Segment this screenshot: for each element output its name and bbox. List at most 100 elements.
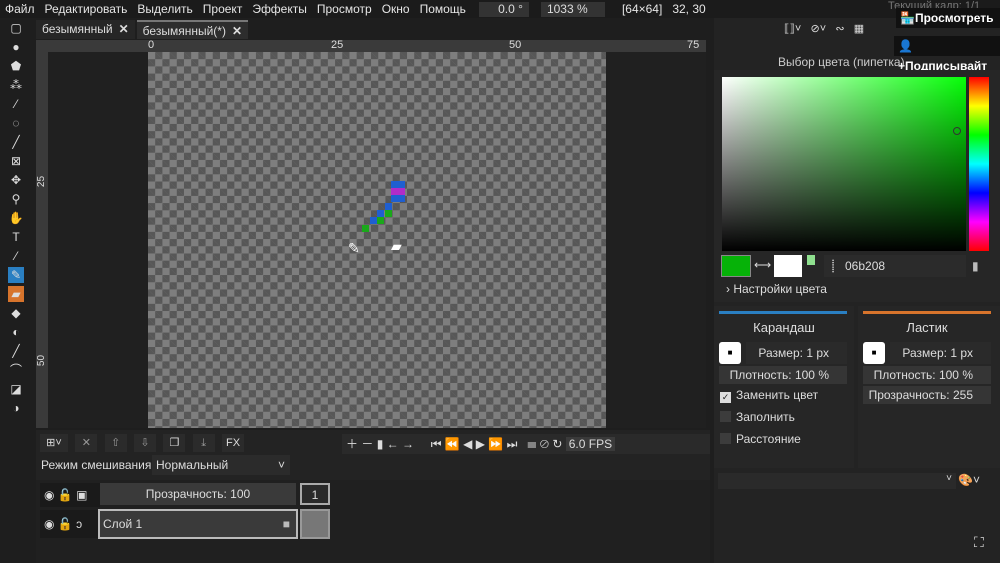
fps-spinbox[interactable]: 6.0 FPS	[565, 437, 616, 451]
menu-view[interactable]: Просмотр	[312, 2, 377, 16]
move-icon[interactable]: ✥	[8, 172, 24, 188]
close-icon[interactable]: ✕	[119, 22, 129, 36]
first-frame-icon[interactable]: ⏮	[431, 437, 442, 451]
color-select-icon[interactable]: ⁂	[8, 77, 24, 93]
lock-icon[interactable]: 🔓	[58, 517, 73, 531]
eraser-icon[interactable]: ▰	[8, 286, 24, 302]
palette-icon[interactable]: 🎨˅	[958, 473, 980, 487]
hex-input[interactable]: 06b208	[842, 255, 966, 277]
add-layer-button[interactable]: ⊞˅	[40, 434, 68, 452]
rect-select-icon[interactable]: ▢	[8, 20, 24, 36]
timeline-menu-icon[interactable]: ☰	[527, 437, 536, 451]
checker-icon[interactable]: ▦	[854, 23, 864, 35]
menu-help[interactable]: Помощь	[415, 2, 471, 16]
menu-select[interactable]: Выделить	[132, 2, 197, 16]
secondary-color-swatch[interactable]	[774, 255, 802, 277]
menu-project[interactable]: Проект	[198, 2, 248, 16]
pixel-perfect-icon[interactable]: ∾	[835, 23, 844, 35]
visibility-icon[interactable]: ◉	[44, 517, 54, 531]
brush-shape-button[interactable]: ■	[863, 342, 885, 364]
play-backward-icon[interactable]: ◀	[463, 437, 472, 451]
zoom-spinbox[interactable]: 1033 %	[540, 1, 605, 17]
curve-icon[interactable]: ⌒	[8, 362, 24, 378]
next-frame-icon[interactable]: ⏩	[488, 437, 503, 451]
view-button[interactable]: 🏪Просмотреть	[896, 8, 1000, 28]
eraser-density-spinbox[interactable]: Плотность: 100 %	[863, 366, 991, 384]
move-layer-up-button[interactable]: ⇧	[104, 434, 127, 452]
zoom-icon[interactable]: ⚲	[8, 191, 24, 207]
fill-checkbox[interactable]: Заполнить	[720, 410, 795, 424]
menu-file[interactable]: Файл	[0, 2, 40, 16]
menu-edit[interactable]: Редактировать	[40, 2, 133, 16]
primary-color-swatch[interactable]	[721, 255, 751, 277]
lock-icon[interactable]: 🔓	[58, 488, 73, 502]
pencil-density-spinbox[interactable]: Плотность: 100 %	[719, 366, 847, 384]
move-right-icon[interactable]: →	[402, 437, 414, 451]
play-icon[interactable]: ▶	[476, 437, 485, 451]
clone-frame-icon[interactable]: ▮	[377, 437, 384, 451]
layer-fx-button[interactable]: FX	[222, 434, 245, 452]
mirror-h-icon[interactable]: ⟦⟧˅	[784, 23, 801, 35]
folder-icon[interactable]: ▣	[76, 488, 87, 502]
ellipse-icon[interactable]: ◑	[8, 400, 24, 416]
color-settings-toggle[interactable]: › Настройки цвета	[726, 282, 827, 296]
menu-effects[interactable]: Эффекты	[247, 2, 312, 16]
canvas-viewport[interactable]: ✎ ▰	[48, 52, 706, 428]
remove-frame-icon[interactable]: －	[361, 437, 373, 451]
loop-icon[interactable]: ↻	[552, 437, 562, 451]
clone-layer-button[interactable]: ❐	[163, 434, 186, 452]
eraser-opacity-spinbox[interactable]: Прозрачность: 255	[863, 386, 991, 404]
line-icon[interactable]: ╱	[8, 343, 24, 359]
add-frame-icon[interactable]: ＋	[346, 437, 358, 451]
eraser-size-spinbox[interactable]: Размер: 1 px	[890, 342, 991, 364]
pencil-size-spinbox[interactable]: Размер: 1 px	[746, 342, 847, 364]
fullscreen-icon[interactable]: ⛶	[974, 534, 984, 551]
eyedropper-icon[interactable]: ⁄	[8, 248, 24, 264]
ellipse-select-icon[interactable]: ●	[8, 39, 24, 55]
rotation-spinbox[interactable]: 0.0 °	[478, 1, 529, 17]
tab-file-2[interactable]: безымянный(*) ✕	[136, 20, 249, 39]
reset-colors-icon[interactable]	[807, 255, 815, 265]
palette-select[interactable]: ˅	[718, 473, 956, 489]
layer-row[interactable]: Слой 1 ■	[98, 509, 298, 539]
last-frame-icon[interactable]: ⏭	[507, 437, 518, 451]
color-cursor[interactable]	[953, 127, 961, 135]
lasso-icon[interactable]: ◌	[8, 115, 24, 131]
menu-window[interactable]: Окно	[377, 2, 415, 16]
opacity-spinbox[interactable]: Прозрачность: 100	[100, 483, 296, 505]
text-icon[interactable]: T	[8, 229, 24, 245]
move-layer-down-button[interactable]: ⇩	[134, 434, 157, 452]
link-icon[interactable]: ɔ	[76, 517, 82, 531]
visibility-icon[interactable]: ◉	[44, 488, 54, 502]
remove-layer-button[interactable]: ✕	[75, 434, 98, 452]
magic-wand-icon[interactable]: ⁄	[8, 96, 24, 112]
shading-icon[interactable]: ◐	[8, 324, 24, 340]
bucket-icon[interactable]: ◆	[8, 305, 24, 321]
brush-shape-button[interactable]: ■	[719, 342, 741, 364]
frame-number[interactable]: 1	[300, 483, 330, 505]
move-left-icon[interactable]: ←	[387, 437, 399, 451]
rectangle-icon[interactable]: ◪	[8, 381, 24, 397]
polygon-select-icon[interactable]: ⬟	[8, 58, 24, 74]
eyedropper-icon[interactable]: ⸽	[824, 255, 842, 277]
hue-slider[interactable]	[969, 77, 989, 251]
layer-name: Слой 1	[103, 517, 143, 531]
cel-thumbnail[interactable]	[300, 509, 330, 539]
saturation-value-area[interactable]	[722, 77, 966, 251]
prev-frame-icon[interactable]: ⏪	[445, 437, 460, 451]
tab-file-1[interactable]: безымянный ✕	[36, 20, 135, 39]
crop-icon[interactable]: ⊠	[8, 153, 24, 169]
merge-down-button[interactable]: ⤓	[192, 434, 215, 452]
onion-skin-icon[interactable]: ⊘	[540, 437, 549, 451]
palette-mode-icon[interactable]: ▮	[972, 259, 979, 273]
subscribe-button[interactable]: 👤+Подписывайт	[894, 36, 1000, 73]
pencil-icon[interactable]: ✎	[8, 267, 24, 283]
pan-icon[interactable]: ✋	[8, 210, 24, 226]
paint-select-icon[interactable]: ╱	[8, 134, 24, 150]
mirror-v-icon[interactable]: ⊘˅	[811, 23, 827, 35]
distance-checkbox[interactable]: Расстояние	[720, 432, 801, 446]
blend-mode-select[interactable]: Нормальный ˅	[152, 455, 290, 475]
replace-color-checkbox[interactable]: ✓ Заменить цвет	[720, 388, 818, 403]
swap-colors-icon[interactable]: ⟷	[754, 258, 771, 272]
close-icon[interactable]: ✕	[232, 24, 242, 38]
